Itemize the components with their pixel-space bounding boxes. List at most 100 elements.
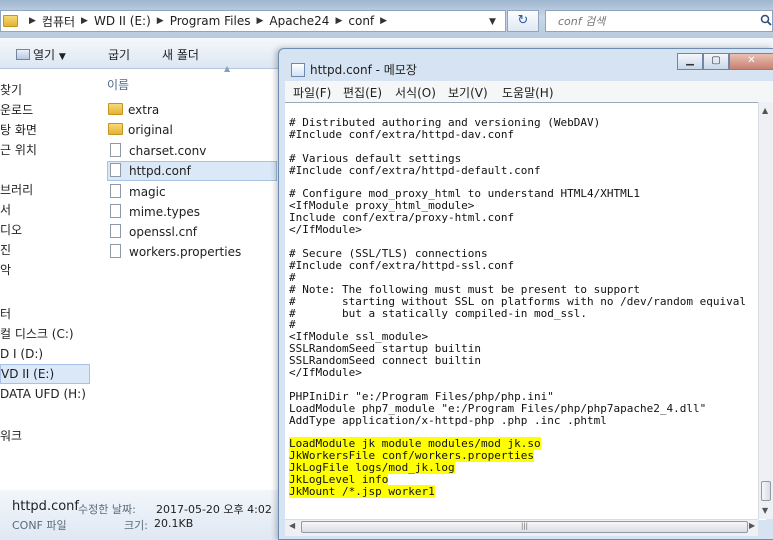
nav-item-favorites[interactable]: 찾기 [0, 80, 90, 100]
refresh-icon: ↻ [517, 13, 529, 28]
refresh-button[interactable]: ↻ [507, 10, 539, 32]
nav-item-network[interactable]: 워크 [0, 426, 90, 446]
nav-item-music[interactable]: 악 [0, 260, 90, 280]
nav-item-documents[interactable]: 서 [0, 200, 90, 220]
open-dropdown-icon: ▼ [58, 52, 66, 62]
code-line: AddType application/x-httpd-php .php .in… [289, 413, 607, 427]
file-item-extra[interactable]: extra [108, 100, 159, 120]
search-icon[interactable] [760, 14, 772, 26]
file-name: magic [129, 185, 166, 199]
breadcrumb-program-files[interactable]: Program Files [170, 14, 251, 28]
chevron-right-icon[interactable]: ▶ [157, 16, 164, 26]
menu-file[interactable]: 파일(F) [293, 84, 331, 101]
open-icon [16, 49, 30, 60]
scroll-up-icon[interactable]: ▲ [762, 106, 768, 115]
maximize-icon: ▢ [711, 55, 721, 66]
nav-item-videos[interactable]: 디오 [0, 220, 90, 240]
open-button[interactable]: 열기 ▼ [16, 46, 66, 63]
code-line: # but a statically compiled-in mod_ssl. [289, 306, 588, 320]
file-name: extra [128, 103, 160, 117]
file-icon [110, 184, 121, 198]
file-item-openssl-cnf[interactable]: openssl.cnf [108, 222, 197, 242]
nav-item-drive-d[interactable]: D I (D:) [0, 344, 90, 364]
file-item-mime-types[interactable]: mime.types [108, 202, 200, 222]
file-name: workers.properties [129, 245, 242, 259]
vertical-scroll-thumb[interactable] [761, 481, 771, 501]
file-name: original [128, 123, 173, 137]
folder-icon [3, 15, 18, 27]
file-name: httpd.conf [129, 164, 191, 178]
search-box[interactable] [545, 10, 773, 32]
nav-item-desktop[interactable]: 탕 화면 [0, 120, 90, 140]
address-dropdown-icon[interactable]: ▼ [489, 17, 496, 27]
menu-help[interactable]: 도움말(H) [502, 84, 554, 101]
nav-item-downloads[interactable]: 운로드 [0, 100, 90, 120]
details-size-label: 크기: [124, 519, 148, 532]
nav-item-drive-e[interactable]: VD II (E:) [0, 364, 90, 384]
menu-view[interactable]: 보기(V) [448, 84, 488, 101]
new-folder-button[interactable]: 새 폴더 [162, 46, 199, 63]
notepad-window: httpd.conf - 메모장 ▁ ▢ ✕ 파일(F) 편집(E) 서식(O)… [278, 48, 773, 540]
scroll-down-icon[interactable]: ▼ [762, 506, 768, 515]
file-name: openssl.cnf [129, 225, 198, 239]
file-item-charset-conv[interactable]: charset.conv [108, 141, 206, 161]
address-bar[interactable]: ▶ 컴퓨터 ▶ WD II (E:) ▶ Program Files ▶ Apa… [0, 10, 506, 32]
code-line: #Include conf/extra/httpd-dav.conf [289, 127, 515, 141]
notepad-title: httpd.conf - 메모장 [291, 61, 417, 78]
menu-edit[interactable]: 편집(E) [343, 84, 382, 101]
horizontal-scroll-thumb[interactable]: ||| [301, 521, 748, 533]
menu-format[interactable]: 서식(O) [395, 84, 436, 101]
file-icon [110, 163, 121, 177]
notepad-menubar: 파일(F) 편집(E) 서식(O) 보기(V) 도움말(H) [285, 81, 773, 103]
open-label: 열기 [33, 48, 56, 62]
nav-item-pictures[interactable]: 진 [0, 240, 90, 260]
breadcrumb-conf[interactable]: conf [348, 14, 374, 28]
folder-icon [108, 103, 123, 115]
burn-button[interactable]: 굽기 [108, 46, 130, 63]
chevron-right-icon[interactable]: ▶ [380, 16, 387, 26]
scroll-right-icon[interactable]: ▶ [749, 521, 755, 530]
file-item-magic[interactable]: magic [108, 182, 166, 202]
nav-item-drive-h[interactable]: DATA UFD (H:) [0, 384, 90, 404]
close-button[interactable]: ✕ [729, 53, 773, 70]
nav-item-recent[interactable]: 근 위치 [0, 140, 90, 160]
notepad-title-text: httpd.conf - 메모장 [310, 63, 417, 77]
notepad-icon [291, 63, 305, 77]
file-name: mime.types [129, 205, 200, 219]
breadcrumb-drive[interactable]: WD II (E:) [94, 14, 151, 28]
nav-item-computer[interactable]: 터 [0, 304, 90, 324]
file-item-workers-properties[interactable]: workers.properties [108, 242, 241, 262]
code-line: #Include conf/extra/httpd-default.conf [289, 163, 541, 177]
file-item-httpd-conf[interactable]: httpd.conf [107, 161, 277, 181]
chevron-right-icon[interactable]: ▶ [256, 16, 263, 26]
details-file-name: httpd.conf [12, 499, 79, 514]
file-name: charset.conv [129, 144, 207, 158]
file-icon [110, 224, 121, 238]
chevron-right-icon[interactable]: ▶ [335, 16, 342, 26]
scroll-left-icon[interactable]: ◀ [289, 521, 295, 530]
nav-item-drive-c[interactable]: 컬 디스크 (C:) [0, 324, 90, 344]
vertical-scrollbar[interactable] [758, 102, 773, 519]
chevron-right-icon[interactable]: ▶ [81, 16, 88, 26]
address-bar-area: ▶ 컴퓨터 ▶ WD II (E:) ▶ Program Files ▶ Apa… [0, 0, 773, 38]
column-header-name[interactable]: 이름 [107, 76, 129, 93]
nav-item-libraries[interactable]: 브러리 [0, 180, 90, 200]
details-modified-value: 2017-05-20 오후 4:02 [156, 503, 272, 516]
file-item-original[interactable]: original [108, 120, 173, 140]
minimize-button[interactable]: ▁ [677, 53, 703, 70]
breadcrumb-apache24[interactable]: Apache24 [269, 14, 329, 28]
details-size-value: 20.1KB [154, 517, 194, 530]
file-content: # Distributed authoring and versioning (… [289, 117, 746, 499]
file-icon [110, 204, 121, 218]
sort-arrow-icon: ▲ [224, 64, 231, 73]
breadcrumb-computer[interactable]: 컴퓨터 [42, 13, 75, 30]
file-icon [110, 244, 121, 258]
details-file-type: CONF 파일 [12, 519, 67, 532]
details-modified-label: 수정한 날짜: [78, 503, 136, 516]
search-input[interactable] [556, 13, 750, 29]
file-icon [110, 143, 121, 157]
notepad-text-area[interactable]: # Distributed authoring and versioning (… [285, 102, 766, 520]
chevron-right-icon[interactable]: ▶ [29, 16, 36, 26]
maximize-button[interactable]: ▢ [703, 53, 729, 70]
close-icon: ✕ [747, 55, 756, 66]
